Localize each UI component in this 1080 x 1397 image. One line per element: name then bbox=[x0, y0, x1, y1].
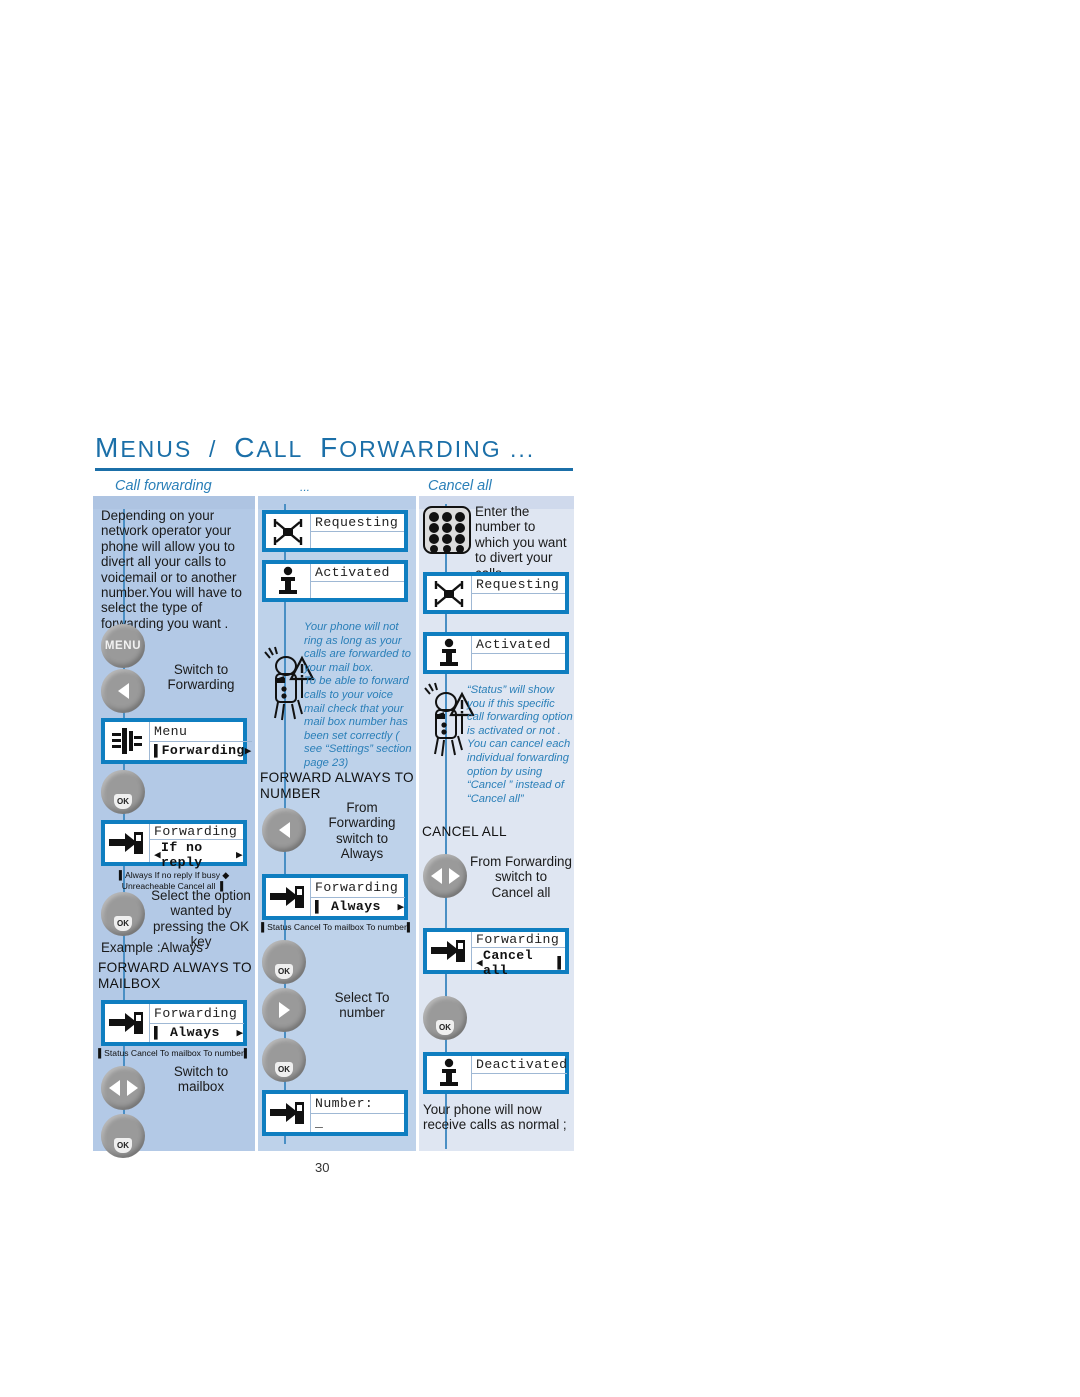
screen-activated: Activated bbox=[423, 632, 569, 674]
arrow-left-right-icon bbox=[108, 1080, 138, 1096]
ok-key-2[interactable]: OK bbox=[262, 1038, 306, 1082]
step-switch-to-mailbox: Switch to mailbox bbox=[173, 1064, 229, 1095]
screen-menu-forwarding: Menu ▌ Forwarding ▶ bbox=[101, 718, 252, 764]
screen-line-2: ▌ Forwarding ▶ bbox=[154, 743, 252, 759]
step-enter-number: Enter the number to which you want to di… bbox=[475, 504, 567, 581]
ok-key-label: OK bbox=[114, 794, 132, 809]
ok-key-1[interactable]: OK bbox=[262, 940, 306, 984]
step-from-forwarding-to-cancel-all: From Forwarding switch to Cancel all bbox=[470, 854, 572, 900]
screen-number-entry: Number: _ bbox=[262, 1090, 408, 1136]
screen-line-1: Activated bbox=[311, 564, 404, 582]
screen-line-1: Forwarding bbox=[150, 1004, 244, 1024]
antenna-transmit-icon bbox=[266, 514, 311, 548]
left-right-navigation-key[interactable] bbox=[423, 854, 467, 898]
option-strip-status: ▌Status Cancel To mailbox To number▌ bbox=[258, 922, 416, 933]
forward-phone-icon bbox=[427, 932, 472, 970]
left-navigation-key[interactable] bbox=[101, 669, 145, 713]
column-call-forwarding: Depending on your network operator your … bbox=[93, 496, 255, 1158]
screen-requesting: Requesting bbox=[262, 510, 408, 552]
step-from-forwarding-to-always: From Forwarding switch to Always bbox=[328, 800, 396, 862]
column-caption-right: Cancel all bbox=[428, 478, 492, 494]
note-text: “Status” will show you if this specific … bbox=[467, 684, 573, 805]
screen-line-1: Forwarding bbox=[472, 932, 565, 948]
antenna-transmit-icon bbox=[427, 576, 472, 610]
page-title: MENUS / CALL FORWARDING ... bbox=[95, 432, 536, 463]
right-navigation-key[interactable] bbox=[262, 988, 306, 1032]
screen-line-1: Activated bbox=[472, 636, 565, 654]
forward-phone-icon bbox=[105, 1004, 150, 1042]
screen-line-2: ◀ If no reply ▶ bbox=[154, 840, 243, 870]
note-text: Your phone will not ring as long as your… bbox=[304, 621, 412, 769]
option-strip-line: ▌Status Cancel To mailbox To number▌ bbox=[98, 1048, 250, 1058]
info-icon bbox=[427, 1056, 472, 1090]
screen-line-1: Forwarding bbox=[311, 878, 405, 898]
arrow-left-icon bbox=[117, 683, 129, 699]
screen-forwarding-always: Forwarding ▌ Always ▶ bbox=[101, 1000, 247, 1046]
column-cancel-all: Enter the number to which you want to di… bbox=[419, 496, 574, 1151]
page-number: 30 bbox=[315, 1160, 330, 1175]
screen-line-1: Requesting bbox=[472, 576, 565, 594]
arrow-left-right-icon bbox=[430, 868, 460, 884]
section-title-forward-always-mailbox: FORWARD ALWAYS TO MAILBOX bbox=[98, 960, 252, 991]
ok-key-label: OK bbox=[436, 1020, 454, 1035]
screen-line-1: Deactivated bbox=[472, 1056, 568, 1074]
header-rule bbox=[95, 468, 573, 471]
section-title-forward-always-number: FORWARD ALWAYS TO NUMBER bbox=[260, 770, 414, 801]
screen-activated: Activated bbox=[262, 560, 408, 602]
example-text: Example :Always bbox=[101, 940, 203, 955]
option-strip-line-1: ▌Always If no reply If busy ◆ bbox=[118, 870, 230, 880]
outro-text: Your phone will now receive calls as nor… bbox=[423, 1102, 567, 1133]
left-right-navigation-key[interactable] bbox=[101, 1066, 145, 1110]
menu-grid-icon bbox=[105, 722, 150, 760]
ok-key-3[interactable]: OK bbox=[101, 1114, 145, 1158]
keypad-icon bbox=[423, 506, 471, 554]
screen-line-2: ◀ Cancel all ▌ bbox=[476, 948, 565, 978]
option-strip-status: ▌Status Cancel To mailbox To number▌ bbox=[93, 1048, 255, 1059]
step-switch-to-forwarding: Switch to Forwarding bbox=[167, 662, 235, 693]
screen-line-2: ▌ Always ▶ bbox=[154, 1025, 244, 1041]
screen-line-1: Forwarding bbox=[150, 824, 243, 840]
forward-phone-icon bbox=[266, 878, 311, 916]
screen-line-2 bbox=[311, 532, 404, 549]
arrow-left-icon bbox=[278, 822, 290, 838]
arrow-right-icon bbox=[278, 1002, 290, 1018]
screen-forwarding-cancelall: Forwarding ◀ Cancel all ▌ bbox=[423, 928, 569, 978]
menu-key-label: MENU bbox=[104, 640, 142, 652]
info-icon bbox=[427, 636, 472, 670]
screen-forwarding-always: Forwarding ▌ Always ▶ bbox=[262, 874, 408, 920]
screen-deactivated: Deactivated bbox=[423, 1052, 569, 1094]
step-select-to-number: Select To number bbox=[334, 990, 390, 1021]
screen-line-2 bbox=[472, 594, 565, 611]
screen-line-2: ▌ Always ▶ bbox=[315, 899, 405, 915]
ok-key-2[interactable]: OK bbox=[101, 892, 145, 936]
ok-key-1[interactable]: OK bbox=[423, 996, 467, 1040]
screen-line-1: Menu bbox=[150, 722, 252, 742]
left-navigation-key[interactable] bbox=[262, 808, 306, 852]
column-continued: Requesting Activated Your phone will not… bbox=[258, 496, 416, 1151]
forward-phone-icon bbox=[266, 1094, 311, 1132]
option-strip-line: ▌Status Cancel To mailbox To number▌ bbox=[261, 922, 413, 932]
screen-line-2 bbox=[472, 1074, 567, 1091]
screen-requesting: Requesting bbox=[423, 572, 569, 614]
ok-key-label: OK bbox=[275, 1062, 293, 1077]
intro-text: Depending on your network operator your … bbox=[101, 508, 242, 631]
manual-page: MENUS / CALL FORWARDING ... Call forward… bbox=[0, 0, 1080, 1397]
column-caption-left: Call forwarding bbox=[115, 478, 212, 494]
column-caption-middle: ... bbox=[300, 480, 311, 494]
menu-key[interactable]: MENU bbox=[101, 624, 145, 668]
ok-key-1[interactable]: OK bbox=[101, 770, 145, 814]
ok-key-label: OK bbox=[114, 1138, 132, 1153]
screen-forwarding-ifnoreply: Forwarding ◀ If no reply ▶ bbox=[101, 820, 247, 870]
ok-key-label: OK bbox=[114, 916, 132, 931]
info-icon bbox=[266, 564, 311, 598]
section-title-cancel-all: CANCEL ALL bbox=[422, 824, 507, 839]
page-header: MENUS / CALL FORWARDING ... bbox=[95, 432, 575, 471]
forward-phone-icon bbox=[105, 824, 150, 862]
screen-line-2 bbox=[311, 582, 404, 599]
screen-line-1: Number: bbox=[311, 1094, 404, 1114]
ok-key-label: OK bbox=[275, 964, 293, 979]
screen-line-2: _ bbox=[315, 1115, 324, 1131]
screen-line-1: Requesting bbox=[311, 514, 404, 532]
screen-line-2 bbox=[472, 654, 565, 671]
